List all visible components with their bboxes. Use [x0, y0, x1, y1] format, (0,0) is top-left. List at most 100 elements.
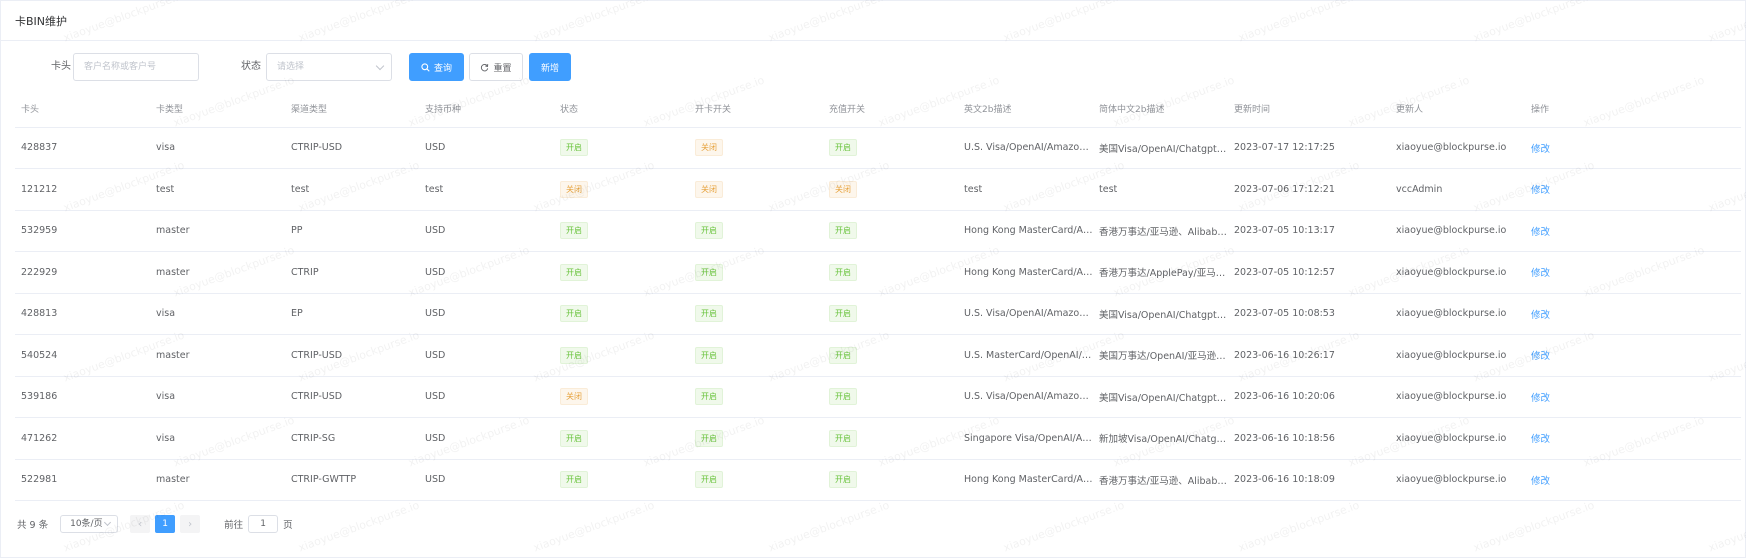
status-badge: 开启	[829, 222, 857, 240]
status-badge: 开启	[695, 429, 723, 447]
cell-type: master	[150, 251, 285, 294]
cell-open: 开启	[689, 293, 823, 335]
cell-bin: 522981	[15, 459, 150, 501]
cell-currency: USD	[419, 459, 554, 501]
status-badge: 开启	[560, 346, 588, 364]
status-badge: 关闭	[695, 139, 723, 157]
cell-actions: 修改	[1525, 210, 1741, 252]
cell-channel: CTRIP-USD	[285, 334, 419, 377]
cell-type: visa	[150, 376, 285, 418]
cell-type: visa	[150, 293, 285, 335]
cell-currency: USD	[419, 417, 554, 460]
reset-button[interactable]: 重置	[469, 53, 523, 81]
main-card: 卡BIN维护 卡头 客户名称或客户号 状态 请选择 查询 重置 新增 卡头 卡类型…	[0, 0, 1746, 558]
edit-link[interactable]: 修改	[1531, 144, 1550, 155]
edit-link[interactable]: 修改	[1531, 476, 1550, 487]
status-badge: 关闭	[695, 180, 723, 198]
page-size-select[interactable]: 10条/页	[60, 515, 119, 533]
edit-link[interactable]: 修改	[1531, 227, 1550, 238]
cell-bin: 222929	[15, 251, 150, 294]
page-number-current[interactable]: 1	[155, 515, 176, 533]
cell-updater: xiaoyue@blockpurse.io	[1390, 210, 1525, 252]
edit-link[interactable]: 修改	[1531, 351, 1550, 362]
cell-channel: test	[285, 168, 419, 211]
next-page-button[interactable]: ›	[180, 515, 201, 533]
cell-updated: 2023-06-16 10:26:17	[1228, 334, 1390, 377]
cell-channel: EP	[285, 293, 419, 335]
cell-en-desc: Singapore Visa/OpenAI/Amaz...	[958, 417, 1093, 460]
add-button[interactable]: 新增	[529, 53, 571, 81]
status-badge: 开启	[829, 305, 857, 323]
cell-open: 开启	[689, 334, 823, 377]
cell-zh-desc: test	[1093, 168, 1228, 211]
cell-channel: CTRIP-GWTTP	[285, 459, 419, 501]
cell-status: 开启	[554, 127, 689, 169]
cell-channel: CTRIP-SG	[285, 417, 419, 460]
card-bin-label: 卡头	[51, 61, 71, 72]
cell-open: 开启	[689, 210, 823, 252]
card-bin-input[interactable]: 客户名称或客户号	[73, 53, 199, 81]
status-badge: 开启	[560, 222, 588, 240]
cell-status: 关闭	[554, 168, 689, 211]
query-button[interactable]: 查询	[409, 53, 464, 81]
cell-type: master	[150, 210, 285, 252]
goto-page-input[interactable]: 1	[248, 515, 279, 533]
cell-currency: USD	[419, 210, 554, 252]
cell-updater: xiaoyue@blockpurse.io	[1390, 376, 1525, 418]
prev-page-button[interactable]: ‹	[130, 515, 151, 533]
column-header: 操作	[1525, 91, 1741, 128]
cell-updater: xiaoyue@blockpurse.io	[1390, 459, 1525, 501]
cell-updater: xiaoyue@blockpurse.io	[1390, 417, 1525, 460]
cell-zh-desc: 新加坡Visa/OpenAI/Chatgpt/...	[1093, 417, 1228, 460]
edit-link[interactable]: 修改	[1531, 434, 1550, 445]
table-header-row: 卡头 卡类型 渠道类型 支持币种 状态 开卡开关 充值开关 英文2b描述 简体中文2b描述 更新时…	[15, 91, 1741, 128]
table-body: 428837 visa CTRIP-USD USD 开启 关闭 开启 U.S. Visa/Op…	[15, 127, 1741, 501]
edit-link[interactable]: 修改	[1531, 393, 1550, 404]
cell-type: visa	[150, 417, 285, 460]
cell-zh-desc: 美国万事达/OpenAI/亚马逊、...	[1093, 334, 1228, 377]
cell-en-desc: U.S. Visa/OpenAI/Amazon, e...	[958, 127, 1093, 169]
status-badge: 开启	[695, 346, 723, 364]
edit-link[interactable]: 修改	[1531, 185, 1550, 196]
cell-recharge: 开启	[823, 459, 958, 501]
cell-currency: USD	[419, 376, 554, 418]
column-header: 更新人	[1390, 91, 1525, 128]
cell-updated: 2023-07-17 12:17:25	[1228, 127, 1390, 169]
table-row: 540524 master CTRIP-USD USD 开启 开启 开启 U.S. Maste…	[15, 334, 1741, 377]
cell-status: 开启	[554, 293, 689, 335]
status-badge: 开启	[695, 388, 723, 406]
cell-actions: 修改	[1525, 127, 1741, 169]
status-badge: 开启	[829, 139, 857, 157]
status-badge: 开启	[829, 471, 857, 489]
edit-link[interactable]: 修改	[1531, 310, 1550, 321]
cell-status: 开启	[554, 251, 689, 294]
status-badge: 关闭	[560, 388, 588, 406]
table-row: 532959 master PP USD 开启 开启 开启 Hong Kong MasterC…	[15, 210, 1741, 252]
status-badge: 开启	[695, 263, 723, 281]
chevron-left-icon: ‹	[138, 518, 143, 530]
table-row: 539186 visa CTRIP-USD USD 关闭 开启 开启 U.S. Visa/Op…	[15, 376, 1741, 418]
cell-bin: 539186	[15, 376, 150, 418]
edit-link[interactable]: 修改	[1531, 268, 1550, 279]
cell-en-desc: U.S. Visa/OpenAI/Amazon, e...	[958, 376, 1093, 418]
status-select[interactable]: 请选择	[266, 53, 392, 81]
cell-bin: 428813	[15, 293, 150, 335]
column-header: 更新时间	[1228, 91, 1390, 128]
cell-currency: USD	[419, 334, 554, 377]
cell-actions: 修改	[1525, 334, 1741, 377]
column-header: 渠道类型	[285, 91, 419, 128]
cell-updated: 2023-07-05 10:08:53	[1228, 293, 1390, 335]
cell-updater: xiaoyue@blockpurse.io	[1390, 334, 1525, 377]
status-badge: 开启	[695, 222, 723, 240]
table-row: 121212 test test test 关闭 关闭 关闭 test test 2023-07-…	[15, 168, 1741, 211]
page-suffix: 页	[283, 520, 293, 531]
status-badge: 关闭	[560, 180, 588, 198]
goto-label: 前往	[224, 520, 244, 531]
cell-recharge: 开启	[823, 210, 958, 252]
chevron-down-icon	[104, 518, 112, 527]
cell-status: 开启	[554, 459, 689, 501]
cell-recharge: 开启	[823, 376, 958, 418]
search-icon	[421, 62, 430, 72]
cell-zh-desc: 美国Visa/OpenAI/Chatgpt/亚...	[1093, 376, 1228, 418]
chevron-right-icon: ›	[188, 518, 193, 530]
